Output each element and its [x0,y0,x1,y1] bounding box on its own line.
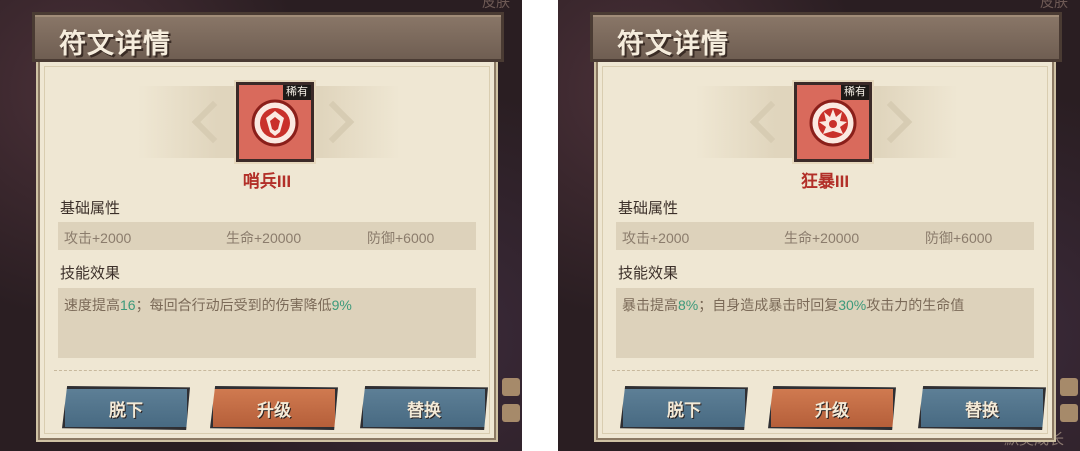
hp-stat: 生命+20000 [784,230,860,246]
page-title: 符文详情 [617,29,729,59]
side-tab[interactable] [502,378,520,396]
unequip-button[interactable]: 脱下 [620,386,748,430]
replace-button[interactable]: 替换 [360,386,488,430]
base-attributes-label: 基础属性 [60,200,121,217]
unequip-button[interactable]: 脱下 [62,386,190,430]
attack-stat: 攻击+2000 [64,230,132,246]
rarity-tag: 稀有 [283,85,311,100]
attributes-row: 攻击+2000 生命+20000 防御+6000 [616,222,1034,250]
title-bar: 符文详情 [590,12,1062,62]
rune-selector: 稀有 [596,82,1054,162]
next-rune-arrow-icon[interactable] [311,90,360,154]
skill-effect-text: 速度提高16；每回合行动后受到的伤害降低9% [64,297,352,313]
side-tab[interactable] [1060,378,1078,396]
background-skin-label: 皮肤 [1040,0,1068,10]
flame-emblem-icon [809,99,857,147]
background-skin-label: 皮肤 [482,0,510,10]
rune-name: 哨兵III [242,172,292,191]
rune-detail-card: 符文详情 稀有 狂暴III 基础属性 攻击+2000 生命+20000 防御+6… [590,12,1062,442]
upgrade-button[interactable]: 升级 [768,386,896,430]
replace-button[interactable]: 替换 [918,386,1046,430]
side-tab[interactable] [1060,404,1078,422]
rune-detail-card: 符文详情 稀有 哨兵III 基础属性 攻击+2000 生命+20000 防御+6… [32,12,504,442]
skill-effect-box: 速度提高16；每回合行动后受到的伤害降低9% [58,288,476,358]
rarity-tag: 稀有 [841,85,869,100]
shield-emblem-icon [251,99,299,147]
skill-effect-box: 暴击提高8%；自身造成暴击时回复30%攻击力的生命值 [616,288,1034,358]
prev-rune-arrow-icon[interactable] [186,90,235,154]
hp-stat: 生命+20000 [226,230,302,246]
skill-effect-label: 技能效果 [60,265,121,282]
attack-stat: 攻击+2000 [622,230,690,246]
rune-icon[interactable]: 稀有 [794,82,872,162]
rune-panel-left: 皮肤 符文详情 稀有 哨兵III 基础属性 攻击+2000 生命+20000 防… [0,0,522,451]
page-title: 符文详情 [59,29,171,59]
rune-icon[interactable]: 稀有 [236,82,314,162]
side-tab[interactable] [502,404,520,422]
rune-name: 狂暴III [800,172,850,191]
title-bar: 符文详情 [32,12,504,62]
defense-stat: 防御+6000 [367,230,435,246]
rune-selector: 稀有 [38,82,496,162]
skill-effect-text: 暴击提高8%；自身造成暴击时回复30%攻击力的生命值 [622,297,965,313]
skill-effect-label: 技能效果 [618,265,679,282]
base-attributes-label: 基础属性 [618,200,679,217]
attributes-row: 攻击+2000 生命+20000 防御+6000 [58,222,476,250]
upgrade-button[interactable]: 升级 [210,386,338,430]
next-rune-arrow-icon[interactable] [869,90,918,154]
defense-stat: 防御+6000 [925,230,993,246]
prev-rune-arrow-icon[interactable] [744,90,793,154]
rune-panel-right: 皮肤 默契成长 符文详情 稀有 狂暴III 基础属性 攻击+2000 [558,0,1080,451]
